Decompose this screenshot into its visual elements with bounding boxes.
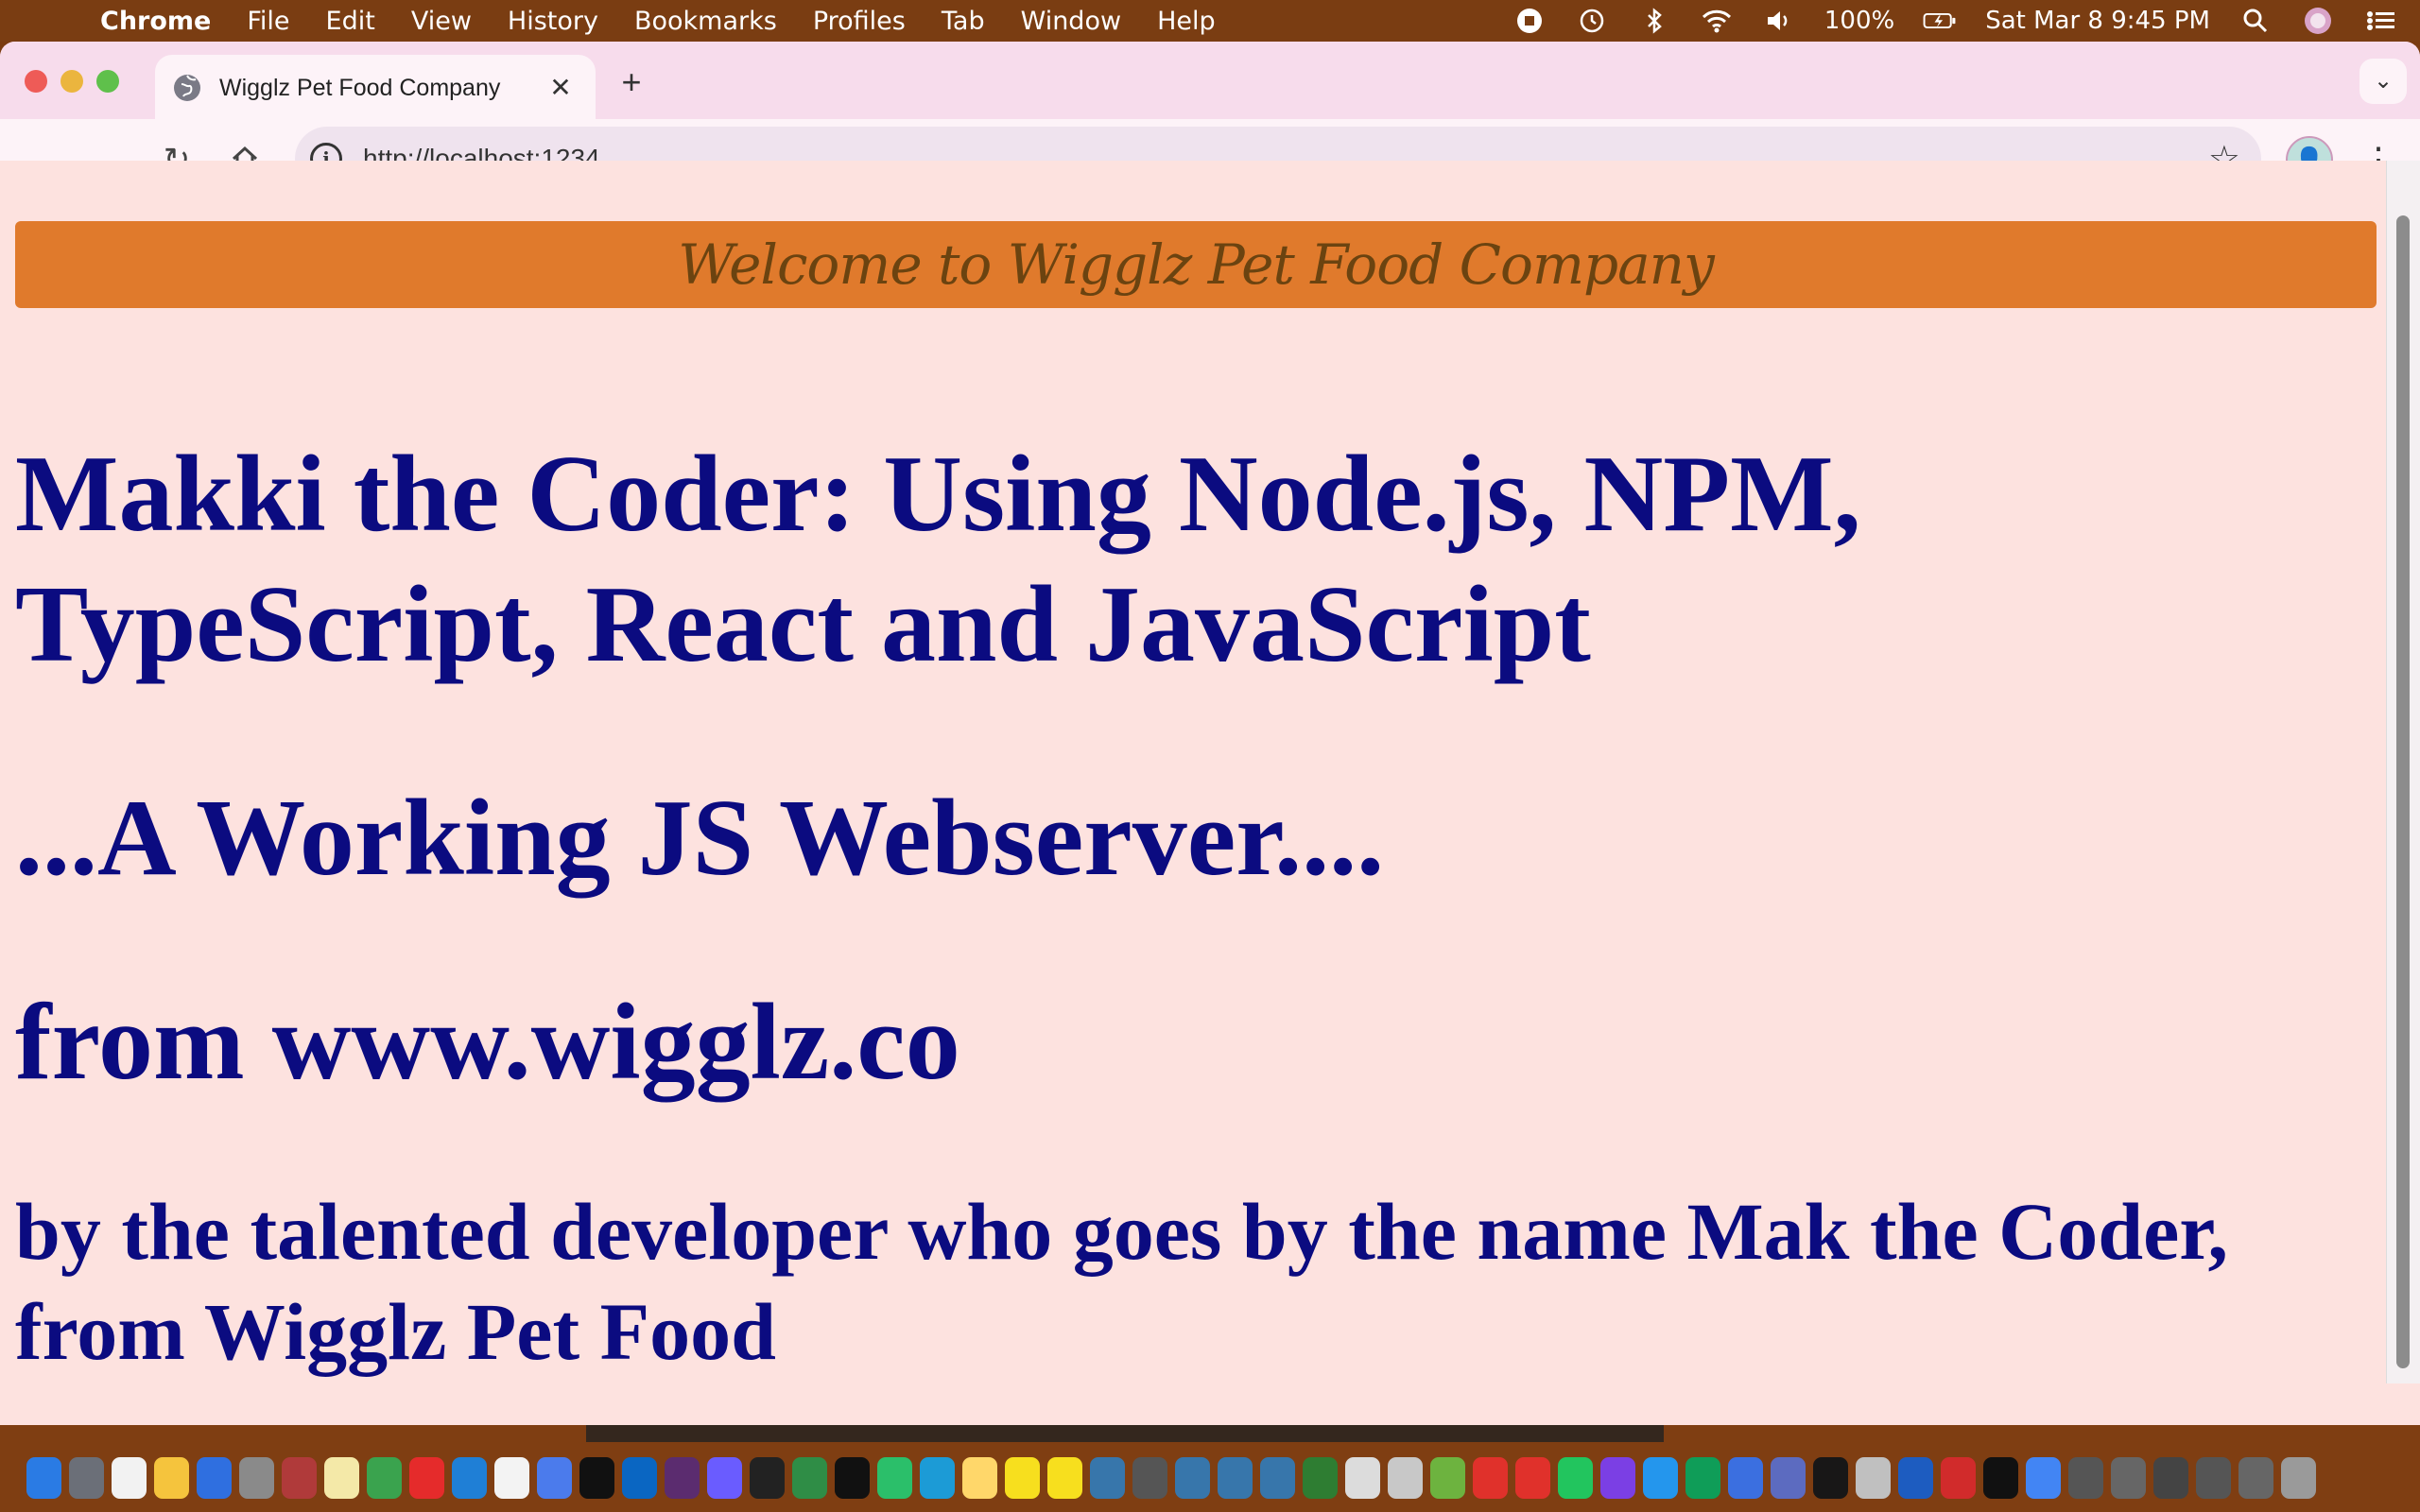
window4-icon[interactable] <box>2238 1457 2273 1499</box>
medium-icon[interactable] <box>835 1457 870 1499</box>
terminal-icon[interactable] <box>750 1457 785 1499</box>
launchpad-icon[interactable] <box>69 1457 104 1499</box>
tab-search-chevron-icon[interactable]: ⌄ <box>2360 59 2407 104</box>
screenshot-icon[interactable] <box>2068 1457 2103 1499</box>
subheading-website: from www.wigglz.co <box>15 982 960 1103</box>
menu-bookmarks[interactable]: Bookmarks <box>634 7 777 36</box>
menu-tab[interactable]: Tab <box>942 7 985 36</box>
numbers-icon[interactable] <box>367 1457 402 1499</box>
status-area: 100% Sat Mar 8 9:45 PM <box>1512 0 2397 42</box>
python2-icon[interactable] <box>1175 1457 1210 1499</box>
edge-icon[interactable] <box>1685 1457 1720 1499</box>
webstorm-icon[interactable] <box>920 1457 955 1499</box>
js-icon[interactable] <box>1005 1457 1040 1499</box>
volume-icon[interactable] <box>1762 6 1796 36</box>
trash-icon[interactable] <box>2281 1457 2316 1499</box>
battery-icon[interactable] <box>1923 6 1957 36</box>
wifi-icon[interactable] <box>1700 6 1734 36</box>
python4-icon[interactable] <box>1260 1457 1295 1499</box>
app-store-icon[interactable] <box>197 1457 232 1499</box>
menu-file[interactable]: File <box>247 7 289 36</box>
close-window-button[interactable] <box>25 70 47 93</box>
welcome-banner: Welcome to Wigglz Pet Food Company <box>15 221 2377 308</box>
window3-icon[interactable] <box>2196 1457 2231 1499</box>
calendar-icon[interactable] <box>112 1457 147 1499</box>
turtle-icon[interactable] <box>1303 1457 1338 1499</box>
minimize-window-button[interactable] <box>60 70 83 93</box>
dictionary-icon[interactable] <box>282 1457 317 1499</box>
spring-icon[interactable] <box>1430 1457 1465 1499</box>
menu-profiles[interactable]: Profiles <box>813 7 906 36</box>
html-icon[interactable] <box>1771 1457 1806 1499</box>
dock-icon-list <box>26 1457 2316 1499</box>
window2-icon[interactable] <box>2153 1457 2188 1499</box>
tab-title: Wigglz Pet Food Company <box>219 74 501 101</box>
notes-icon[interactable] <box>324 1457 359 1499</box>
tab-wigglz[interactable]: Wigglz Pet Food Company ✕ <box>155 55 596 121</box>
spotlight-search-icon[interactable] <box>2238 6 2273 36</box>
chrome-icon[interactable] <box>2026 1457 2061 1499</box>
menu-view[interactable]: View <box>411 7 472 36</box>
github2-icon[interactable] <box>1813 1457 1848 1499</box>
zoom-window-button[interactable] <box>96 70 119 93</box>
docker-icon[interactable] <box>1643 1457 1678 1499</box>
time-machine-icon[interactable] <box>1575 6 1609 36</box>
close-tab-icon[interactable]: ✕ <box>546 74 575 102</box>
copilot-icon[interactable] <box>707 1457 742 1499</box>
new-tab-icon[interactable]: + <box>613 64 650 102</box>
python-icon[interactable] <box>1090 1457 1125 1499</box>
preview-icon[interactable] <box>1388 1457 1423 1499</box>
github-icon[interactable] <box>579 1457 614 1499</box>
pycharm-icon[interactable] <box>877 1457 912 1499</box>
main-heading: Makki the Coder: Using Node.js, NPM, Typ… <box>15 434 1861 685</box>
menu-help[interactable]: Help <box>1157 7 1216 36</box>
textedit-icon[interactable] <box>154 1457 189 1499</box>
tab-strip: Wigglz Pet Food Company ✕ + ⌄ <box>0 42 2420 121</box>
sourcetree-icon[interactable] <box>1898 1457 1933 1499</box>
xcode-icon[interactable] <box>1728 1457 1763 1499</box>
vertical-scrollbar[interactable] <box>2386 161 2420 1383</box>
linkedin-icon[interactable] <box>622 1457 657 1499</box>
menu-edit[interactable]: Edit <box>326 7 375 36</box>
notes2-icon[interactable] <box>962 1457 997 1499</box>
screen-record-icon[interactable] <box>1512 6 1547 36</box>
dock-shadow-strip <box>586 1425 1664 1442</box>
pages-icon[interactable] <box>494 1457 529 1499</box>
slack-icon[interactable] <box>665 1457 700 1499</box>
clock[interactable]: Sat Mar 8 9:45 PM <box>1985 7 2210 35</box>
vscode-icon[interactable] <box>452 1457 487 1499</box>
scrollbar-thumb[interactable] <box>2396 215 2410 1368</box>
menu-app-chrome[interactable]: Chrome <box>100 7 211 36</box>
visual-studio-icon[interactable] <box>1600 1457 1635 1499</box>
dock <box>0 1425 2420 1512</box>
youtube-icon[interactable] <box>409 1457 444 1499</box>
bluetooth-icon[interactable] <box>1637 6 1671 36</box>
gemini-icon[interactable] <box>537 1457 572 1499</box>
js2-icon[interactable] <box>1047 1457 1082 1499</box>
menu-bar: Chrome File Edit View History Bookmarks … <box>0 0 2420 42</box>
python3-icon[interactable] <box>1218 1457 1253 1499</box>
window-icon[interactable] <box>2111 1457 2146 1499</box>
oracle-icon[interactable] <box>1473 1457 1508 1499</box>
finder-icon[interactable] <box>26 1457 61 1499</box>
font-icon[interactable] <box>1132 1457 1167 1499</box>
w3schools-icon[interactable] <box>1345 1457 1380 1499</box>
banner-text: Welcome to Wigglz Pet Food Company <box>678 232 1715 297</box>
menu-history[interactable]: History <box>508 7 598 36</box>
globe-icon <box>174 75 200 101</box>
subheading-developer: by the talented developer who goes by th… <box>15 1186 2229 1377</box>
control-center-icon[interactable] <box>2363 6 2397 36</box>
cloud-icon[interactable] <box>1856 1457 1891 1499</box>
terminal2-icon[interactable] <box>1983 1457 2018 1499</box>
page-content: Welcome to Wigglz Pet Food Company Makki… <box>0 161 2386 1383</box>
siri-icon[interactable] <box>2301 6 2335 36</box>
subheading-webserver: ...A Working JS Webserver.... <box>15 778 1385 899</box>
geeksforgeeks-icon[interactable] <box>792 1457 827 1499</box>
pycharm2-icon[interactable] <box>1558 1457 1593 1499</box>
settings-icon[interactable] <box>239 1457 274 1499</box>
battery-percent: 100% <box>1824 7 1895 35</box>
menu-window[interactable]: Window <box>1021 7 1121 36</box>
oracle2-icon[interactable] <box>1515 1457 1550 1499</box>
opera-icon[interactable] <box>1941 1457 1976 1499</box>
